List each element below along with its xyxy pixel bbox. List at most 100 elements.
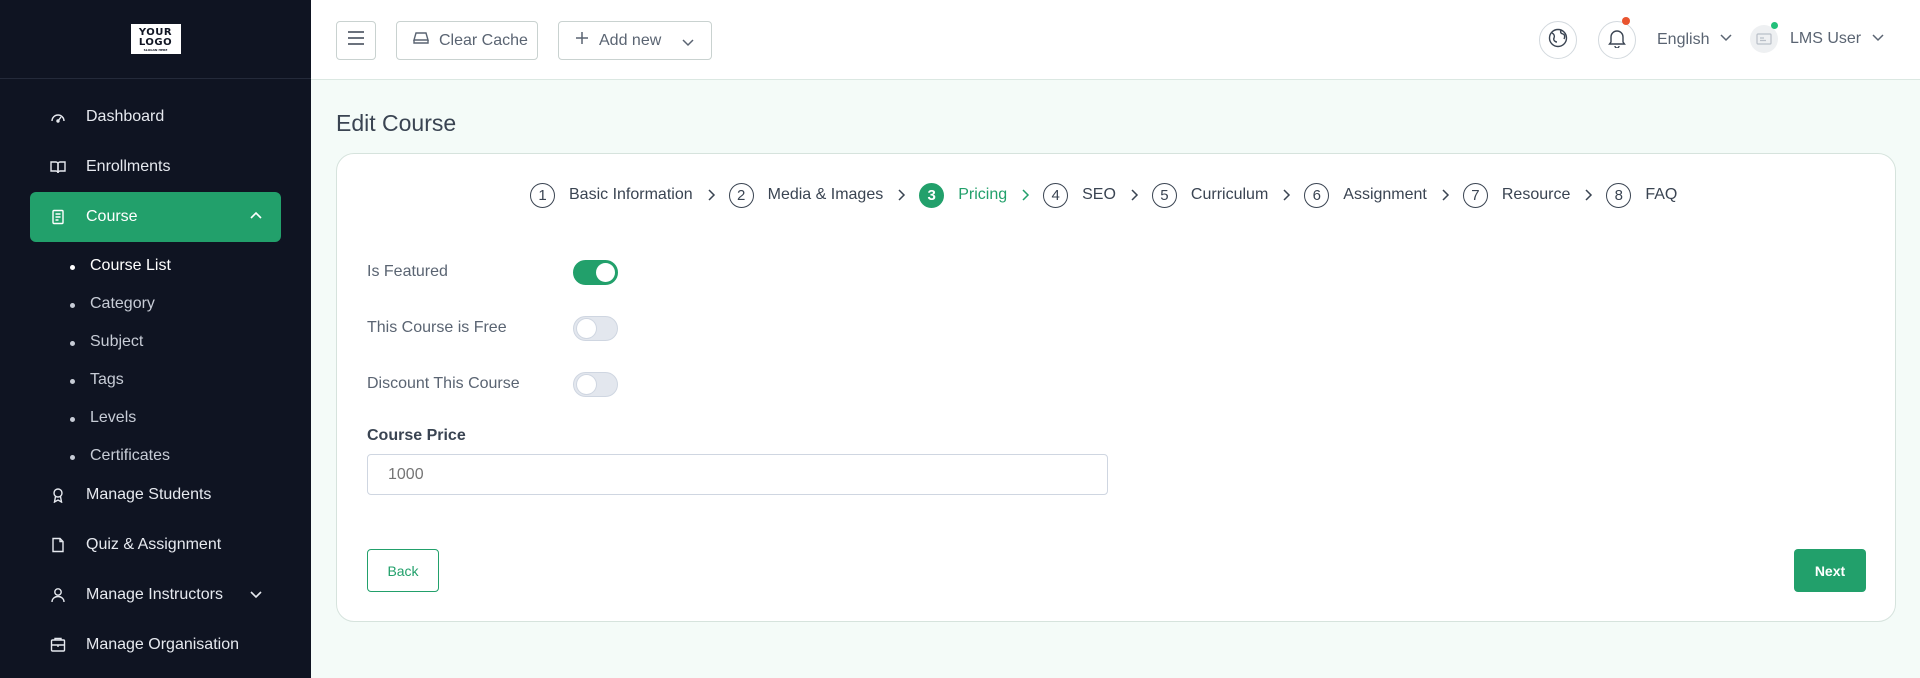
sidebar-item-quiz-assignment[interactable]: Quiz & Assignment <box>30 520 281 570</box>
online-status-dot <box>1771 22 1778 29</box>
sidebar-item-manage-instructors[interactable]: Manage Instructors <box>30 570 281 620</box>
gauge-icon <box>50 109 66 125</box>
building-icon <box>50 637 66 653</box>
step-label: Basic Information <box>569 186 693 203</box>
chevron-right-icon <box>1582 188 1594 202</box>
language-label: English <box>1657 30 1710 48</box>
sidebar-item-label: Manage Instructors <box>86 586 223 603</box>
notification-dot <box>1622 17 1630 25</box>
step-number: 8 <box>1606 182 1632 208</box>
step-label: Assignment <box>1343 186 1427 203</box>
notifications-button[interactable] <box>1598 21 1636 59</box>
plus-icon <box>575 31 589 50</box>
next-button[interactable]: Next <box>1794 549 1866 592</box>
globe-button[interactable] <box>1539 21 1577 59</box>
book-open-icon <box>50 159 66 175</box>
sidebar-sub-levels[interactable]: Levels <box>69 409 136 427</box>
clear-cache-label: Clear Cache <box>439 31 528 49</box>
step-label: Curriculum <box>1190 186 1269 203</box>
menu-toggle-button[interactable] <box>336 21 376 60</box>
clear-cache-button[interactable]: Clear Cache <box>396 21 538 60</box>
sidebar-item-manage-students[interactable]: Manage Students <box>30 470 281 520</box>
step-pricing[interactable]: 3 Pricing <box>919 182 1008 208</box>
sidebar-item-manage-organisation[interactable]: Manage Organisation <box>30 620 281 670</box>
chevron-down-icon <box>249 587 263 606</box>
hamburger-icon <box>347 31 365 50</box>
is-free-toggle[interactable] <box>573 316 618 341</box>
step-label: Pricing <box>958 186 1008 203</box>
chevron-right-icon <box>705 188 717 202</box>
is-free-label: This Course is Free <box>367 319 507 336</box>
chevron-right-icon <box>1128 188 1140 202</box>
step-number: 7 <box>1462 182 1488 208</box>
sidebar-item-enrollments[interactable]: Enrollments <box>30 142 281 192</box>
logo-line2: LOGO <box>138 37 173 48</box>
user-name: LMS User <box>1790 30 1862 47</box>
award-icon <box>50 487 66 503</box>
step-basic-information[interactable]: 1 Basic Information <box>530 182 693 208</box>
course-price-label: Course Price <box>367 427 466 444</box>
sidebar-item-label: Quiz & Assignment <box>86 536 222 553</box>
logo-tagline: SLOGAN HERE <box>143 48 168 52</box>
user-menu[interactable]: LMS User <box>1750 22 1885 54</box>
sidebar-sub-tags[interactable]: Tags <box>70 371 124 389</box>
step-label: Media & Images <box>767 186 884 203</box>
user-icon <box>50 587 66 603</box>
sidebar-item-label: Enrollments <box>86 158 171 175</box>
edit-course-card: 1 Basic Information 2 Media & Images 3 P… <box>336 153 1896 622</box>
sidebar-item-label: Manage Organisation <box>86 636 239 653</box>
sidebar-item-label: Course <box>86 208 138 225</box>
sidebar-item-course[interactable]: Course <box>30 192 281 242</box>
logo-area: YOUR LOGO SLOGAN HERE <box>0 0 311 79</box>
step-number: 6 <box>1304 182 1330 208</box>
sidebar-sub-certificates[interactable]: Certificates <box>69 447 170 465</box>
sidebar-item-dashboard[interactable]: Dashboard <box>30 92 281 142</box>
toggle-knob <box>596 263 615 282</box>
sidebar-sub-category[interactable]: Category <box>70 295 155 313</box>
add-new-dropdown[interactable]: Add new <box>558 21 712 60</box>
step-number: 4 <box>1043 182 1069 208</box>
chevron-down-icon <box>1719 30 1733 49</box>
step-number: 2 <box>728 182 754 208</box>
top-bar: Clear Cache Add new English LMS User <box>311 0 1920 80</box>
step-number: 5 <box>1151 182 1177 208</box>
chevron-up-icon <box>249 209 263 228</box>
chevron-down-icon <box>1871 30 1885 49</box>
chevron-right-icon <box>1280 188 1292 202</box>
step-assignment[interactable]: 6 Assignment <box>1304 182 1427 208</box>
step-curriculum[interactable]: 5 Curriculum <box>1151 182 1269 208</box>
step-resource[interactable]: 7 Resource <box>1462 182 1571 208</box>
step-label: SEO <box>1082 186 1116 203</box>
stepper: 1 Basic Information 2 Media & Images 3 P… <box>530 182 1677 208</box>
sidebar-item-label: Dashboard <box>86 108 165 125</box>
toggle-knob <box>577 319 596 338</box>
step-faq[interactable]: 8 FAQ <box>1606 182 1678 208</box>
discount-label: Discount This Course <box>367 375 520 392</box>
step-seo[interactable]: 4 SEO <box>1043 182 1116 208</box>
back-button[interactable]: Back <box>367 549 439 592</box>
is-featured-toggle[interactable] <box>573 260 618 285</box>
toggle-knob <box>577 375 596 394</box>
sidebar-sub-subject[interactable]: Subject <box>69 333 143 351</box>
sidebar-item-label: Manage Students <box>86 486 212 503</box>
chevron-right-icon <box>895 188 907 202</box>
avatar <box>1750 22 1778 53</box>
chevron-down-icon <box>681 35 695 54</box>
chevron-right-icon <box>1439 188 1451 202</box>
is-featured-label: Is Featured <box>367 263 448 280</box>
step-media-images[interactable]: 2 Media & Images <box>728 182 884 208</box>
step-label: FAQ <box>1645 186 1678 203</box>
sidebar: YOUR LOGO SLOGAN HERE Dashboard Enrollme… <box>0 0 311 678</box>
language-selector[interactable]: English <box>1657 30 1733 49</box>
add-new-label: Add new <box>599 31 662 49</box>
logo[interactable]: YOUR LOGO SLOGAN HERE <box>130 24 181 54</box>
step-number: 3 <box>919 182 945 208</box>
sidebar-sub-course-list[interactable]: Course List <box>70 257 171 275</box>
document-icon <box>50 209 66 225</box>
globe-icon <box>1548 28 1568 53</box>
discount-toggle[interactable] <box>573 372 618 397</box>
page-title: Edit Course <box>336 110 457 136</box>
step-label: Resource <box>1501 186 1571 203</box>
file-icon <box>50 537 66 553</box>
course-price-input[interactable] <box>367 454 1108 495</box>
